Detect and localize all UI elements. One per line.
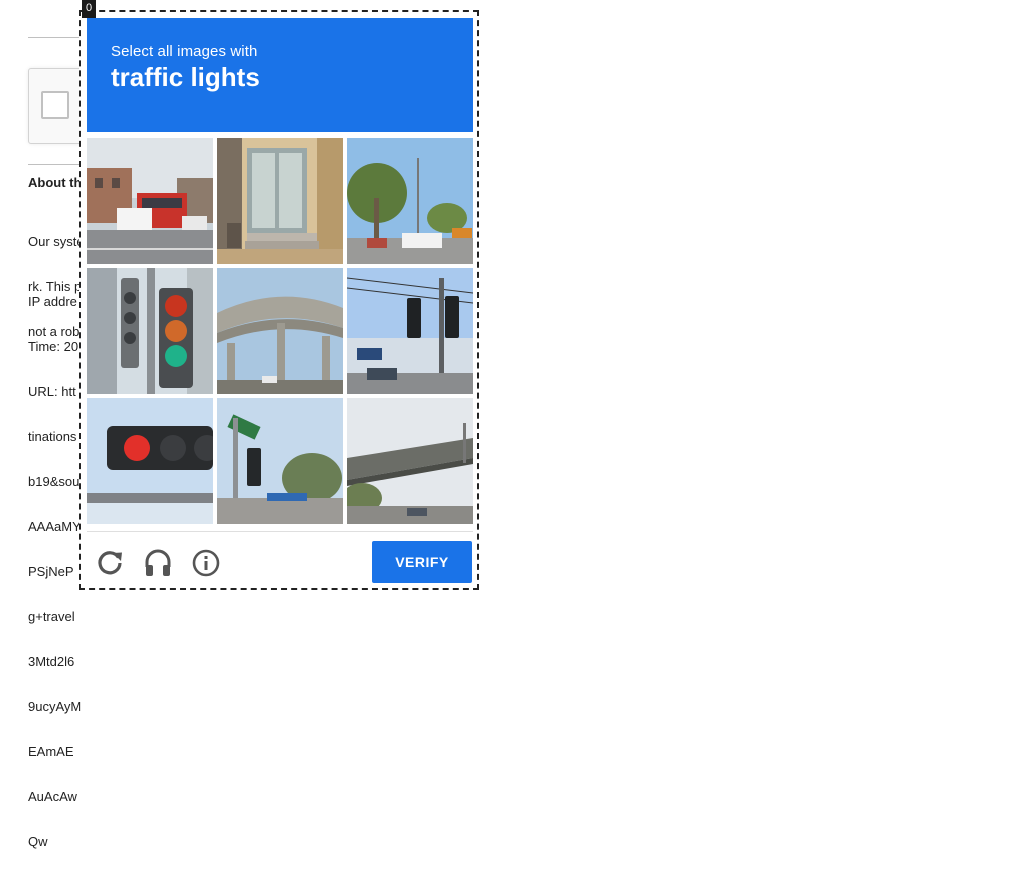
request-details: IP addre Time: 20 URL: htt tinations b19… [28,264,81,879]
image-tile[interactable] [347,138,473,264]
text-line: IP addre [28,294,77,309]
text-line: Our syste [28,234,84,249]
recaptcha-checkbox[interactable] [41,91,69,119]
headphones-icon[interactable] [142,547,174,579]
text-line: tinations [28,429,77,444]
image-tile[interactable] [217,398,343,524]
text-line: 3Mtd2l6 [28,654,75,669]
text-line: 9ucyAyM [28,699,82,714]
challenge-instruction: Select all images with [111,43,258,60]
info-icon[interactable] [190,547,222,579]
footer-divider [87,531,473,532]
text-line: EAmAE [28,744,74,759]
about-heading: About th [28,175,82,190]
image-tile[interactable] [217,268,343,394]
image-tile[interactable] [217,138,343,264]
text-line: g+travel [28,609,75,624]
image-tile[interactable] [87,268,213,394]
text-line: Qw [28,834,48,849]
text-line: PSjNeP [28,564,74,579]
challenge-header: Select all images with traffic lights [87,18,473,132]
text-line: AAAaMY [28,519,81,534]
image-tile[interactable] [87,398,213,524]
text-line: AuAcAw [28,789,77,804]
image-tile[interactable] [347,268,473,394]
image-tile[interactable] [347,398,473,524]
frame-index-badge: 0 [82,0,96,18]
verify-button[interactable]: VERIFY [372,541,472,583]
text-line: URL: htt [28,384,76,399]
challenge-target: traffic lights [111,62,260,92]
text-line: b19&sou [28,474,80,489]
image-grid [87,138,473,524]
image-tile[interactable] [87,138,213,264]
text-line: Time: 20 [28,339,79,354]
reload-icon[interactable] [94,547,126,579]
